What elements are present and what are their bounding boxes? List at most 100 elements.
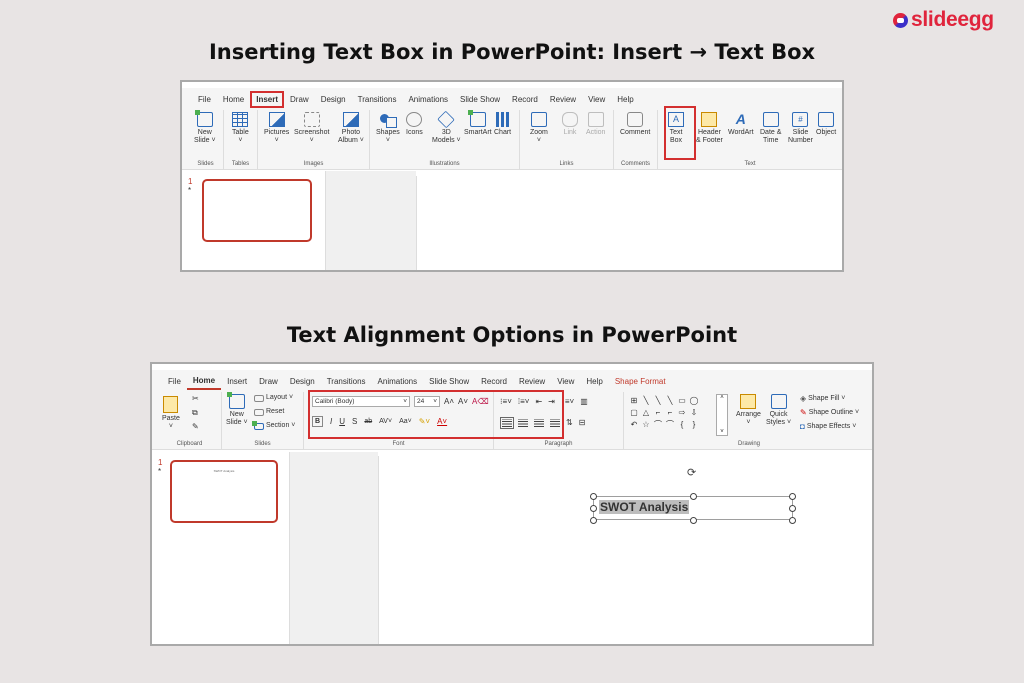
new-slide-button-2[interactable]: New Slide ˅ [226,392,248,427]
slide-canvas-2[interactable]: ⟳ SWOT Analysis [378,456,872,644]
tab-record[interactable]: Record [506,92,544,107]
section-icon [252,420,264,430]
tab-insert[interactable]: Insert [250,90,285,108]
section-label: Section ˅ [266,422,296,429]
header-footer-button[interactable]: Header & Footer [696,112,723,145]
resize-handle-br[interactable] [789,517,796,524]
paste-dropdown-icon: ˅ [168,423,173,431]
tab-insert-2[interactable]: Insert [221,374,253,389]
paste-button[interactable]: Paste ˅ [162,396,180,431]
insert-tab-screenshot: File Home Insert Draw Design Transitions… [180,80,844,272]
layout-button[interactable]: Layout ˅ [254,394,293,402]
slide-thumbnail[interactable] [202,179,312,242]
shapes-scrollbar[interactable]: ˄ ˅ [716,394,728,436]
group-label-tables: Tables [231,161,250,167]
reset-button[interactable]: Reset [254,408,284,416]
new-slide-label: New [197,129,212,136]
tab-home[interactable]: Home [217,92,250,107]
heading-insert-text-box: Inserting Text Box in PowerPoint: Insert… [208,40,816,64]
text-box-content[interactable]: SWOT Analysis [599,500,690,514]
link-button[interactable]: Link [562,112,578,137]
date-time-button[interactable]: Date & Time [760,112,781,145]
screenshot-icon [303,112,320,127]
resize-handle-ml[interactable] [590,505,597,512]
photo-album-button[interactable]: Photo Album ˅ [338,112,364,145]
text-direction-icon[interactable]: ⇅ [566,418,573,427]
tab-transitions[interactable]: Transitions [352,92,403,107]
tab-slide-show[interactable]: Slide Show [454,92,506,107]
section-button[interactable]: Section ˅ [252,420,296,430]
table-dropdown-icon: ˅ [238,137,243,145]
tab-transitions-2[interactable]: Transitions [321,374,372,389]
tab-draw-2[interactable]: Draw [253,374,284,389]
tab-file[interactable]: File [192,92,217,107]
tab-draw[interactable]: Draw [284,92,315,107]
rotate-handle-icon[interactable]: ⟳ [687,466,696,479]
slide-number-button[interactable]: # Slide Number [788,112,813,145]
shape-effects-button[interactable]: ◘ Shape Effects ˅ [800,422,856,431]
tab-design-2[interactable]: Design [284,374,321,389]
chart-button[interactable]: Chart [494,112,511,137]
brand-name: slideegg [911,8,994,31]
tab-review[interactable]: Review [544,92,582,107]
shape-outline-label: Shape Outline ˅ [808,408,860,416]
wordart-button[interactable]: A WordArt [728,111,754,137]
date-time-label-2: Time [763,137,779,145]
tab-review-2[interactable]: Review [513,374,551,389]
paste-label: Paste [162,415,180,422]
zoom-button[interactable]: Zoom ˅ [530,112,548,145]
slide-thumbnail-2[interactable]: SWOT Analysis [170,460,278,523]
shape-outline-button[interactable]: ✎ Shape Outline ˅ [800,408,859,417]
tab-record-2[interactable]: Record [475,374,513,389]
tab-shape-format[interactable]: Shape Format [609,374,672,389]
resize-handle-tc[interactable] [690,493,697,500]
shape-blank3-icon [700,418,712,430]
pictures-button[interactable]: Pictures ˅ [264,112,289,145]
object-button[interactable]: Object [816,112,836,137]
action-button[interactable]: Action [586,112,605,137]
resize-handle-mr[interactable] [789,505,796,512]
comment-button[interactable]: Comment [620,112,650,137]
screenshot-button[interactable]: Screenshot ˅ [294,112,329,145]
icons-button[interactable]: Icons [406,112,423,137]
resize-handle-bl[interactable] [590,517,597,524]
new-slide-label-b: New [229,411,244,418]
align-text-icon[interactable]: ⊟ [579,418,586,427]
shapes-button[interactable]: Shapes ˅ [376,112,400,145]
tab-help-2[interactable]: Help [580,374,608,389]
format-painter-icon[interactable]: ✎ [192,422,199,431]
copy-icon[interactable]: ⧉ [192,408,198,418]
tab-design[interactable]: Design [315,92,352,107]
tab-view[interactable]: View [582,92,611,107]
tab-slide-show-2[interactable]: Slide Show [423,374,475,389]
tab-home-2[interactable]: Home [186,373,222,390]
tab-animations[interactable]: Animations [402,92,454,107]
resize-handle-tr[interactable] [789,493,796,500]
resize-handle-tl[interactable] [590,493,597,500]
table-button[interactable]: Table ˅ [232,112,249,145]
slide-canvas[interactable] [416,176,842,270]
group-label-links: Links [559,161,574,167]
link-label: Link [563,129,577,136]
group-comments: Comment Comments [614,110,658,169]
shape-fill-button[interactable]: ◈ Shape Fill ˅ [800,394,845,403]
arrange-icon [740,394,757,409]
cut-icon[interactable]: ✂ [192,394,199,403]
zoom-label: Zoom [530,129,548,136]
tab-help[interactable]: Help [611,92,639,107]
new-slide-button[interactable]: New Slide ˅ [194,110,216,145]
shapes-gallery[interactable]: ⊞ ╲ ╲ ╲ ▭ ◯ ▢ △ ⌐ ⌐ ⇨ ⇩ ↶ ☆ ⌒ ⌒ {} [628,394,712,430]
link-icon [562,112,578,127]
tab-file-2[interactable]: File [162,374,187,389]
resize-handle-bc[interactable] [690,517,697,524]
thumbnail-text: SWOT Analysis [213,469,235,473]
arrange-button[interactable]: Arrange ˅ [736,394,761,427]
tab-view-2[interactable]: View [551,374,580,389]
shape-elbow-icon: ⌐ [655,407,661,417]
tab-animations-2[interactable]: Animations [372,374,424,389]
quick-styles-button[interactable]: Quick Styles ˅ [766,394,791,427]
3d-models-button[interactable]: 3D Models ˅ [432,110,461,145]
columns-icon[interactable]: ▥ [580,397,588,406]
group-drawing: ⊞ ╲ ╲ ╲ ▭ ◯ ▢ △ ⌐ ⌐ ⇨ ⇩ ↶ ☆ ⌒ ⌒{} ˄ ˅ Arrange ˅ Quick … [624,392,872,449]
smartart-button[interactable]: SmartArt [464,110,492,137]
